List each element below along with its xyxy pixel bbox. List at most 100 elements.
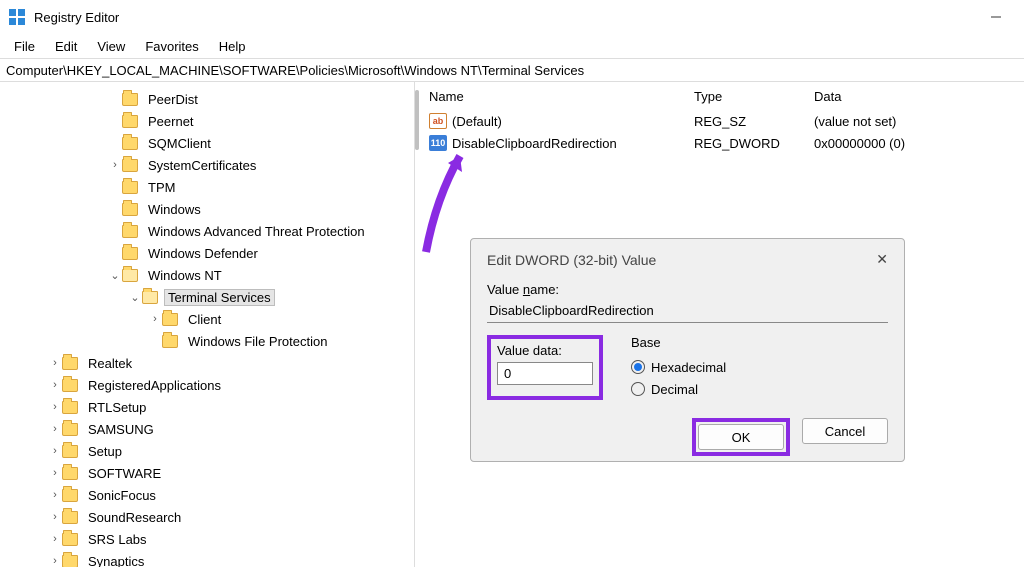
cell-name: DisableClipboardRedirection bbox=[452, 136, 694, 151]
chevron-right-icon[interactable]: › bbox=[48, 533, 62, 545]
tree-item[interactable]: › Realtek bbox=[0, 352, 414, 374]
tree-item-label: Setup bbox=[84, 443, 126, 460]
value-name-field[interactable] bbox=[487, 299, 888, 323]
menu-edit[interactable]: Edit bbox=[45, 37, 87, 56]
cell-data: (value not set) bbox=[814, 114, 1024, 129]
chevron-right-icon[interactable]: › bbox=[148, 313, 162, 325]
folder-icon bbox=[62, 533, 78, 546]
tree-item[interactable]: › SAMSUNG bbox=[0, 418, 414, 440]
tree-item[interactable]: SQMClient bbox=[0, 132, 414, 154]
tree-item[interactable]: Peernet bbox=[0, 110, 414, 132]
tree-panel[interactable]: PeerDist Peernet SQMClient ›SystemCertifica… bbox=[0, 82, 415, 567]
folder-icon bbox=[122, 159, 138, 172]
tree-item[interactable]: Windows bbox=[0, 198, 414, 220]
base-group: Base Hexadecimal Decimal bbox=[631, 335, 726, 400]
chevron-right-icon[interactable]: › bbox=[48, 379, 62, 391]
tree-item[interactable]: › Setup bbox=[0, 440, 414, 462]
value-data-highlight: Value data: bbox=[487, 335, 603, 400]
tree-item[interactable]: PeerDist bbox=[0, 88, 414, 110]
tree-item[interactable]: ⌄Windows NT bbox=[0, 264, 414, 286]
chevron-right-icon[interactable]: › bbox=[48, 489, 62, 501]
tree-item-label: TPM bbox=[144, 179, 179, 196]
tree-item-label: Windows bbox=[144, 201, 205, 218]
cell-data: 0x00000000 (0) bbox=[814, 136, 1024, 151]
cancel-button[interactable]: Cancel bbox=[802, 418, 888, 444]
tree-item-label: Peernet bbox=[144, 113, 198, 130]
dialog-title: Edit DWORD (32-bit) Value ✕ bbox=[487, 251, 888, 268]
dialog-close-icon[interactable]: ✕ bbox=[876, 251, 888, 268]
folder-icon bbox=[62, 357, 78, 370]
tree-item-label: SAMSUNG bbox=[84, 421, 158, 438]
list-row[interactable]: 110DisableClipboardRedirectionREG_DWORD0… bbox=[415, 132, 1024, 154]
tree-item-label: Realtek bbox=[84, 355, 136, 372]
tree-item[interactable]: › Synaptics bbox=[0, 550, 414, 567]
tree-item[interactable]: TPM bbox=[0, 176, 414, 198]
chevron-right-icon[interactable]: › bbox=[48, 467, 62, 479]
radio-decimal[interactable]: Decimal bbox=[631, 378, 726, 400]
radio-hexadecimal[interactable]: Hexadecimal bbox=[631, 356, 726, 378]
titlebar: Registry Editor bbox=[0, 0, 1024, 34]
tree-item-label: SoundResearch bbox=[84, 509, 185, 526]
menu-favorites[interactable]: Favorites bbox=[135, 37, 208, 56]
list-header: Name Type Data bbox=[415, 82, 1024, 110]
folder-icon bbox=[122, 137, 138, 150]
folder-icon bbox=[62, 511, 78, 524]
tree-item-label: Terminal Services bbox=[164, 289, 275, 306]
app-icon bbox=[8, 8, 26, 26]
chevron-right-icon[interactable]: › bbox=[48, 555, 62, 567]
dword-value-icon: 110 bbox=[429, 135, 447, 151]
tree-item-label: SQMClient bbox=[144, 135, 215, 152]
chevron-right-icon[interactable]: › bbox=[48, 423, 62, 435]
folder-icon bbox=[62, 555, 78, 567]
menu-help[interactable]: Help bbox=[209, 37, 256, 56]
cell-name: (Default) bbox=[452, 114, 694, 129]
folder-icon bbox=[62, 445, 78, 458]
tree-item-label: SonicFocus bbox=[84, 487, 160, 504]
radio-icon bbox=[631, 382, 645, 396]
ok-button[interactable]: OK bbox=[698, 424, 784, 450]
folder-icon bbox=[122, 115, 138, 128]
folder-icon bbox=[62, 401, 78, 414]
tree-item[interactable]: › SoundResearch bbox=[0, 506, 414, 528]
splitter[interactable] bbox=[415, 90, 419, 150]
value-data-field[interactable] bbox=[497, 362, 593, 385]
tree-item-label: Windows File Protection bbox=[184, 333, 331, 350]
chevron-right-icon[interactable]: › bbox=[48, 357, 62, 369]
list-row[interactable]: ab(Default)REG_SZ(value not set) bbox=[415, 110, 1024, 132]
folder-icon bbox=[162, 335, 178, 348]
tree-item[interactable]: ⌄ Terminal Services bbox=[0, 286, 414, 308]
folder-icon bbox=[142, 291, 158, 304]
folder-icon bbox=[122, 93, 138, 106]
window-title: Registry Editor bbox=[34, 10, 119, 25]
tree-item[interactable]: Windows Defender bbox=[0, 242, 414, 264]
tree-item[interactable]: › RegisteredApplications bbox=[0, 374, 414, 396]
tree-item[interactable]: Windows Advanced Threat Protection bbox=[0, 220, 414, 242]
chevron-right-icon[interactable]: › bbox=[48, 511, 62, 523]
address-bar[interactable]: Computer\HKEY_LOCAL_MACHINE\SOFTWARE\Pol… bbox=[0, 58, 1024, 82]
tree-item-label: Synaptics bbox=[84, 553, 148, 567]
tree-item[interactable]: ›SOFTWARE bbox=[0, 462, 414, 484]
base-label: Base bbox=[631, 335, 726, 350]
chevron-right-icon[interactable]: › bbox=[48, 445, 62, 457]
tree-item-label: RegisteredApplications bbox=[84, 377, 225, 394]
folder-icon bbox=[62, 489, 78, 502]
chevron-down-icon[interactable]: ⌄ bbox=[128, 291, 142, 304]
tree-item[interactable]: › SonicFocus bbox=[0, 484, 414, 506]
value-data-label: Value data: bbox=[497, 343, 593, 358]
tree-item[interactable]: ›Client bbox=[0, 308, 414, 330]
col-type[interactable]: Type bbox=[694, 89, 814, 104]
tree-item[interactable]: Windows File Protection bbox=[0, 330, 414, 352]
col-name[interactable]: Name bbox=[429, 89, 694, 104]
chevron-down-icon[interactable]: ⌄ bbox=[108, 269, 122, 282]
tree-item[interactable]: ›SRS Labs bbox=[0, 528, 414, 550]
chevron-right-icon[interactable]: › bbox=[108, 159, 122, 171]
col-data[interactable]: Data bbox=[814, 89, 1024, 104]
menu-file[interactable]: File bbox=[4, 37, 45, 56]
menu-view[interactable]: View bbox=[87, 37, 135, 56]
chevron-right-icon[interactable]: › bbox=[48, 401, 62, 413]
tree-item-label: Windows Defender bbox=[144, 245, 262, 262]
tree-item[interactable]: ›SystemCertificates bbox=[0, 154, 414, 176]
folder-icon bbox=[122, 225, 138, 238]
minimize-button[interactable] bbox=[976, 2, 1016, 32]
tree-item[interactable]: ›RTLSetup bbox=[0, 396, 414, 418]
